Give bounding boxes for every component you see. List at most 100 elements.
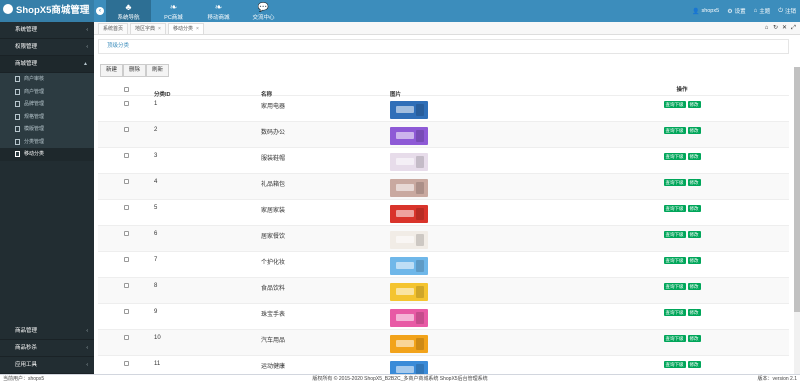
sidebar-item-0[interactable]: 商户审核 [0, 73, 94, 86]
user-name: shopx5 [701, 8, 720, 14]
brand-logo[interactable]: ShopX5商城管理 [0, 0, 94, 22]
tab-1[interactable]: 地区字典 × [130, 23, 166, 34]
select-all-checkbox[interactable] [98, 84, 152, 95]
scrollbar-thumb[interactable] [794, 67, 800, 312]
top-nav: ♣ 系统导航 ❧ PC商城 ❧ 移动商城 💬 交流中心 [106, 0, 286, 22]
row-checkbox[interactable] [98, 174, 152, 200]
sidebar-item-label: 分类管理 [24, 138, 45, 145]
settings-menu[interactable]: ⚙ 设置 [727, 7, 745, 16]
view-children-button[interactable]: 查询下级 [663, 361, 686, 368]
close-icon[interactable]: × [158, 26, 161, 32]
breadcrumb[interactable]: 顶级分类 [98, 39, 789, 54]
sidebar-item-4[interactable]: 模版管理 [0, 123, 94, 136]
row-image-cell [388, 330, 573, 355]
category-image [390, 283, 428, 301]
row-checkbox[interactable] [98, 148, 152, 174]
tree-icon: ♣ [125, 2, 132, 12]
sidebar-group-bottom-0[interactable]: 商品管理 ‹ [0, 323, 94, 340]
topnav-item-3[interactable]: 💬 交流中心 [241, 0, 286, 22]
logout-button[interactable]: ⏻ 注销 [778, 7, 796, 16]
view-children-button[interactable]: 查询下级 [663, 101, 686, 108]
edit-button[interactable]: 修改 [687, 309, 701, 316]
close-icon[interactable]: ✕ [780, 23, 789, 34]
category-image [390, 231, 428, 249]
view-children-button[interactable]: 查询下级 [663, 335, 686, 342]
view-children-button[interactable]: 查询下级 [663, 309, 686, 316]
refresh-button[interactable]: 刷新 [146, 64, 170, 77]
row-checkbox[interactable] [98, 122, 152, 148]
row-image-cell [388, 174, 573, 199]
view-children-button[interactable]: 查询下级 [663, 153, 686, 160]
view-children-button[interactable]: 查询下级 [663, 283, 686, 290]
close-icon[interactable]: × [196, 26, 199, 32]
edit-button[interactable]: 修改 [687, 231, 701, 238]
edit-button[interactable]: 修改 [687, 361, 701, 368]
view-children-button[interactable]: 查询下级 [663, 257, 686, 264]
theme-menu[interactable]: ⌂ 主题 [754, 7, 771, 15]
breadcrumb-label[interactable]: 顶级分类 [107, 43, 129, 49]
view-children-button[interactable]: 查询下级 [663, 127, 686, 134]
file-icon [15, 88, 20, 95]
category-image [390, 335, 428, 353]
topnav-item-1[interactable]: ❧ PC商城 [151, 0, 196, 22]
category-image [390, 101, 428, 119]
edit-button[interactable]: 修改 [687, 127, 701, 134]
edit-button[interactable]: 修改 [687, 335, 701, 342]
view-children-button[interactable]: 查询下级 [663, 205, 686, 212]
sidebar-item-1[interactable]: 商户管理 [0, 86, 94, 99]
sidebar-item-5[interactable]: 分类管理 [0, 136, 94, 149]
category-image [390, 179, 428, 197]
footer-version: 版本：version 2.1 [757, 376, 797, 382]
file-icon [15, 76, 20, 83]
sidebar-group-bottom-2[interactable]: 应用工具 ‹ [0, 357, 94, 374]
scrollbar[interactable] [794, 67, 800, 384]
sidebar-item-2[interactable]: 品牌管理 [0, 98, 94, 111]
edit-button[interactable]: 修改 [687, 101, 701, 108]
sidebar-group-0[interactable]: 系统管理 ‹ [0, 22, 94, 39]
sidebar-item-6[interactable]: 移动分类 [0, 148, 94, 161]
tab-tools: ⌂ ↻ ✕ ⤢ [762, 23, 798, 34]
row-checkbox[interactable] [98, 330, 152, 356]
row-name: 礼品箱包 [261, 182, 286, 188]
sidebar-group-label: 权限管理 [15, 44, 38, 50]
row-checkbox[interactable] [98, 252, 152, 278]
row-checkbox[interactable] [98, 200, 152, 226]
top-header: ShopX5商城管理 ‹ ♣ 系统导航 ❧ PC商城 ❧ 移动商城 💬 交流中心 👤 shopx… [0, 0, 800, 22]
tab-2[interactable]: 移动分类 × [167, 23, 204, 34]
view-children-button[interactable]: 查询下级 [663, 231, 686, 238]
sidebar-item-label: 品牌管理 [24, 101, 45, 107]
row-checkbox[interactable] [98, 304, 152, 330]
tab-0[interactable]: 系统首页 [98, 23, 129, 34]
table-row: 2 数码办公 查询下级 修改 [98, 122, 789, 148]
sidebar-group-mall[interactable]: 商城管理 ▲ [0, 56, 94, 73]
row-id: 7 [154, 257, 158, 263]
sidebar-group-1[interactable]: 权限管理 ‹ [0, 39, 94, 56]
row-image-cell [388, 278, 573, 303]
edit-button[interactable]: 修改 [687, 153, 701, 160]
edit-button[interactable]: 修改 [687, 283, 701, 290]
topnav-item-0[interactable]: ♣ 系统导航 [106, 0, 151, 22]
table-row: 4 礼品箱包 查询下级 修改 [98, 174, 789, 200]
fullscreen-icon[interactable]: ⤢ [789, 23, 798, 34]
row-ops: 查询下级 修改 [573, 174, 789, 199]
topnav-item-2[interactable]: ❧ 移动商城 [196, 0, 241, 22]
refresh-icon[interactable]: ↻ [771, 23, 780, 34]
home-icon[interactable]: ⌂ [762, 23, 771, 34]
edit-button[interactable]: 修改 [687, 179, 701, 186]
row-checkbox[interactable] [98, 278, 152, 304]
delete-button[interactable]: 删除 [123, 64, 147, 77]
row-checkbox[interactable] [98, 226, 152, 252]
user-menu[interactable]: 👤 shopx5 [692, 8, 719, 15]
category-table: 分类ID 名称 图片 操作 1 家用电器 查询下级 修改 2 数码办公 查询下级 修改 3 服装鞋… [98, 84, 789, 382]
edit-button[interactable]: 修改 [687, 257, 701, 264]
edit-button[interactable]: 修改 [687, 205, 701, 212]
chevron-left-icon: ‹ [96, 7, 104, 15]
sidebar-item-3[interactable]: 规格管理 [0, 111, 94, 124]
view-children-button[interactable]: 查询下级 [663, 179, 686, 186]
row-checkbox[interactable] [98, 96, 152, 122]
sidebar-item-label: 规格管理 [24, 113, 45, 120]
home-icon: ⌂ [753, 8, 758, 14]
new-button[interactable]: 新建 [100, 64, 124, 77]
sidebar-group-bottom-1[interactable]: 商品秒杀 ‹ [0, 340, 94, 357]
sidebar-toggle-button[interactable]: ‹ [94, 0, 106, 22]
